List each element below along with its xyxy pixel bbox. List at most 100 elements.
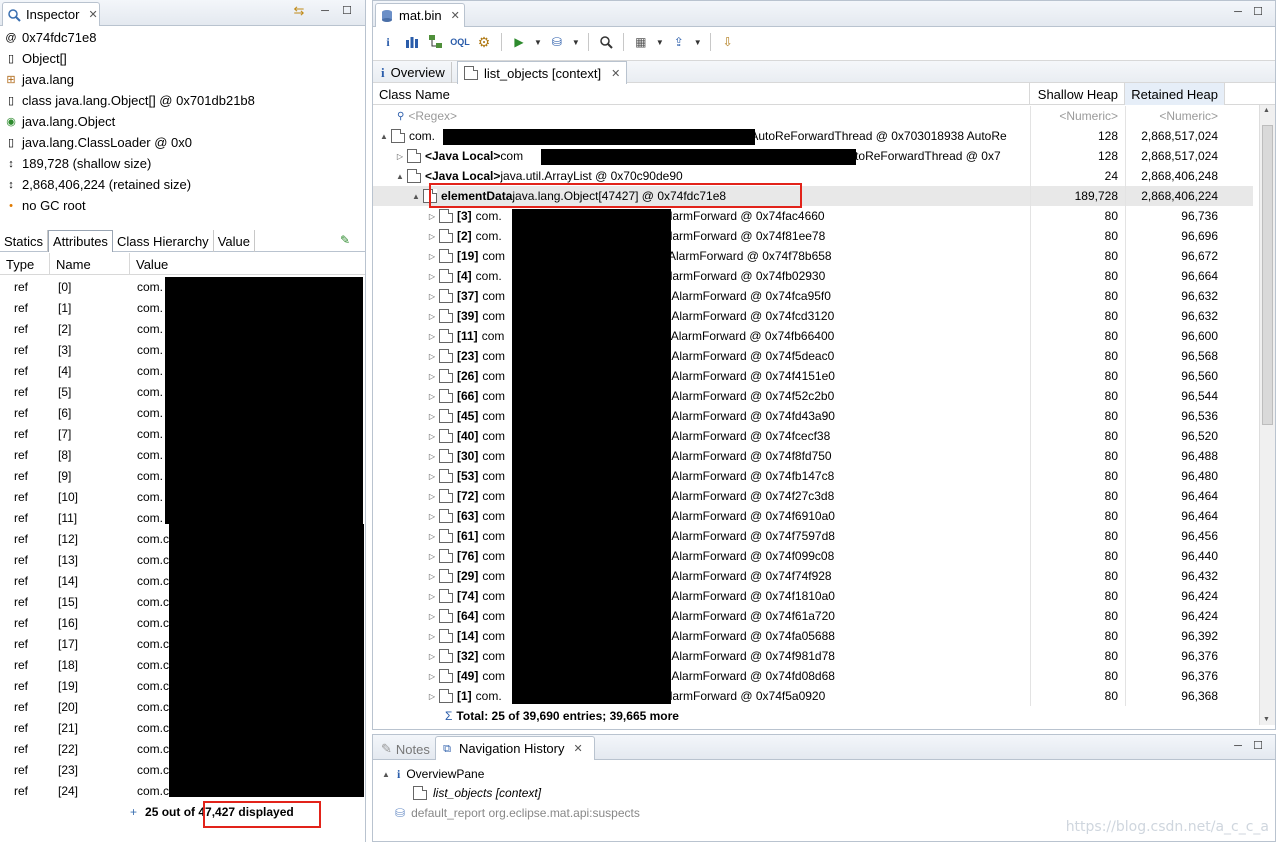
- expand-icon[interactable]: ▷: [427, 232, 437, 241]
- expand-icon[interactable]: ▷: [427, 332, 437, 341]
- tree-row[interactable]: ▷ [64] com .AlarmForward @ 0x74f61a720 80 96,…: [373, 606, 1253, 626]
- collapse-icon[interactable]: ▲: [411, 192, 421, 201]
- expand-icon[interactable]: ▷: [427, 212, 437, 221]
- history-item[interactable]: list_objects [context]: [413, 784, 541, 802]
- histogram-icon[interactable]: [403, 33, 421, 51]
- expand-icon[interactable]: ▷: [427, 552, 437, 561]
- tree-row[interactable]: ▷ [2] com. AlarmForward @ 0x74f81ee78 80 96,6…: [373, 226, 1253, 246]
- tab-mat-bin[interactable]: mat.bin ✕: [375, 3, 465, 27]
- tree-row[interactable]: ▷ [32] com .AlarmForward @ 0x74f981d78 80 96,…: [373, 646, 1253, 666]
- tree-row[interactable]: ▷ [4] com. AlarmForward @ 0x74fb02930 80 96,6…: [373, 266, 1253, 286]
- tree-row[interactable]: ▷ [37] com .AlarmForward @ 0x74fca95f0 80 96,…: [373, 286, 1253, 306]
- oql-icon[interactable]: OQL: [450, 33, 470, 51]
- regex-filter[interactable]: ⚲ <Regex>: [373, 106, 1028, 126]
- info-icon[interactable]: i: [379, 33, 397, 51]
- tree-row[interactable]: ▷ [23] com .AlarmForward @ 0x74f5deac0 80 96,…: [373, 346, 1253, 366]
- close-icon[interactable]: ✕: [451, 9, 460, 22]
- tab-list-objects[interactable]: list_objects [context] ✕: [457, 61, 628, 84]
- tab-statics[interactable]: Statics: [0, 230, 49, 252]
- gear-icon[interactable]: ⚙: [475, 33, 493, 51]
- expand-icon[interactable]: ▷: [427, 312, 437, 321]
- column-class-name[interactable]: Class Name: [373, 83, 1030, 105]
- maximize-icon[interactable]: ☐: [340, 4, 354, 18]
- expand-icon[interactable]: ▷: [427, 572, 437, 581]
- collapse-icon[interactable]: ▲: [395, 172, 405, 181]
- pin-tab-icon[interactable]: ⇩: [719, 33, 737, 51]
- expand-icon[interactable]: ▷: [427, 632, 437, 641]
- retained-filter[interactable]: <Numeric>: [1125, 106, 1224, 126]
- expand-icon[interactable]: ▷: [427, 692, 437, 701]
- query-browser-icon[interactable]: ⛁: [548, 33, 566, 51]
- expand-icon[interactable]: ▷: [427, 612, 437, 621]
- scroll-up-icon[interactable]: ▲: [1263, 107, 1270, 114]
- tree-row[interactable]: ▷ [1] com. AlarmForward @ 0x74f5a0920 80 96,3…: [373, 686, 1253, 706]
- link-with-editor-icon[interactable]: ⇆: [292, 4, 306, 18]
- close-icon[interactable]: ✕: [88, 8, 97, 21]
- tree-row[interactable]: ▷ [63] com .AlarmForward @ 0x74f6910a0 80 96,…: [373, 506, 1253, 526]
- expand-icon[interactable]: ▷: [427, 532, 437, 541]
- tree-row[interactable]: ▷ [49] com .AlarmForward @ 0x74fd08d68 80 96,…: [373, 666, 1253, 686]
- expand-icon[interactable]: ▷: [427, 252, 437, 261]
- minimize-icon[interactable]: ─: [1231, 5, 1245, 19]
- column-shallow-heap[interactable]: Shallow Heap: [1030, 83, 1125, 105]
- minimize-icon[interactable]: ─: [1231, 739, 1245, 753]
- close-icon[interactable]: ✕: [574, 742, 583, 755]
- expand-icon[interactable]: ▷: [427, 452, 437, 461]
- pin-icon[interactable]: ✎: [340, 233, 350, 247]
- tab-attributes[interactable]: Attributes: [48, 230, 113, 252]
- maximize-icon[interactable]: ☐: [1251, 739, 1265, 753]
- expand-icon[interactable]: ▷: [427, 492, 437, 501]
- expand-icon[interactable]: ▷: [427, 472, 437, 481]
- tree-row[interactable]: ▷ [30] com .AlarmForward @ 0x74f8fd750 80 96,…: [373, 446, 1253, 466]
- tree-row[interactable]: ▷ [76] com .AlarmForward @ 0x74f099c08 80 96,…: [373, 546, 1253, 566]
- scroll-thumb[interactable]: [1262, 125, 1273, 425]
- history-item[interactable]: ▲ i OverviewPane: [381, 765, 484, 783]
- expand-icon[interactable]: ▷: [427, 352, 437, 361]
- maximize-icon[interactable]: ☐: [1251, 5, 1265, 19]
- tree-row[interactable]: ▷ [66] com .AlarmForward @ 0x74f52c2b0 80 96,…: [373, 386, 1253, 406]
- expand-icon[interactable]: ▷: [427, 592, 437, 601]
- expand-icon[interactable]: ▷: [427, 652, 437, 661]
- tree-row[interactable]: ▷ [11] com .AlarmForward @ 0x74fb66400 80 96,…: [373, 326, 1253, 346]
- tree-row[interactable]: ▷ [19] com AlarmForward @ 0x74f78b658 80 96,6…: [373, 246, 1253, 266]
- expand-icon[interactable]: ▷: [427, 292, 437, 301]
- tab-overview[interactable]: i Overview: [375, 62, 452, 83]
- tree-row[interactable]: ▷ [14] com .AlarmForward @ 0x74fa05688 80 96,…: [373, 626, 1253, 646]
- expand-icon[interactable]: ▷: [427, 432, 437, 441]
- column-retained-heap[interactable]: Retained Heap: [1125, 83, 1225, 105]
- tree-row[interactable]: ▷ [74] com .AlarmForward @ 0x74f1810a0 80 96,…: [373, 586, 1253, 606]
- chevron-down-icon[interactable]: ▼: [694, 38, 702, 47]
- tab-class-hierarchy[interactable]: Class Hierarchy: [113, 230, 214, 252]
- export-icon[interactable]: ⇪: [670, 33, 688, 51]
- dominator-tree-icon[interactable]: [427, 33, 445, 51]
- run-report-icon[interactable]: ▶: [510, 33, 528, 51]
- tree-row[interactable]: ▷ [40] com .AlarmForward @ 0x74fcecf38 80 96,…: [373, 426, 1253, 446]
- expand-icon[interactable]: ▷: [427, 512, 437, 521]
- shallow-filter[interactable]: <Numeric>: [1030, 106, 1124, 126]
- expand-icon[interactable]: ▷: [427, 372, 437, 381]
- tree-row[interactable]: ▷ [26] com .AlarmForward @ 0x74f4151e0 80 96,…: [373, 366, 1253, 386]
- group-by-icon[interactable]: ▦: [632, 33, 650, 51]
- expand-icon[interactable]: ▷: [427, 392, 437, 401]
- scroll-down-icon[interactable]: ▼: [1263, 716, 1270, 723]
- tab-inspector[interactable]: Inspector ✕: [2, 2, 100, 26]
- chevron-down-icon[interactable]: ▼: [534, 38, 542, 47]
- minimize-icon[interactable]: ─: [318, 4, 332, 18]
- expand-icon[interactable]: ▲: [381, 770, 391, 779]
- collapse-icon[interactable]: ▲: [379, 132, 389, 141]
- chevron-down-icon[interactable]: ▼: [572, 38, 580, 47]
- more-icon[interactable]: +: [130, 805, 137, 819]
- tree-row[interactable]: ▷ [61] com .AlarmForward @ 0x74f7597d8 80 96,…: [373, 526, 1253, 546]
- column-type[interactable]: Type: [0, 253, 50, 275]
- tab-value[interactable]: Value: [214, 230, 255, 252]
- column-name[interactable]: Name: [50, 253, 130, 275]
- tree-row[interactable]: ▷ [45] com .AlarmForward @ 0x74fd43a90 80 96,…: [373, 406, 1253, 426]
- expand-icon[interactable]: ▷: [427, 672, 437, 681]
- expand-icon[interactable]: ▷: [427, 412, 437, 421]
- column-value[interactable]: Value: [130, 253, 365, 275]
- history-item[interactable]: ⛁ default_report org.eclipse.mat.api:sus…: [395, 804, 640, 822]
- tree-row[interactable]: ▷ [39] com .AlarmForward @ 0x74fcd3120 80 96,…: [373, 306, 1253, 326]
- chevron-down-icon[interactable]: ▼: [656, 38, 664, 47]
- tree-row[interactable]: ▷ [53] com .AlarmForward @ 0x74fb147c8 80 96,…: [373, 466, 1253, 486]
- tree-scrollbar[interactable]: ▲ ▼: [1259, 105, 1275, 725]
